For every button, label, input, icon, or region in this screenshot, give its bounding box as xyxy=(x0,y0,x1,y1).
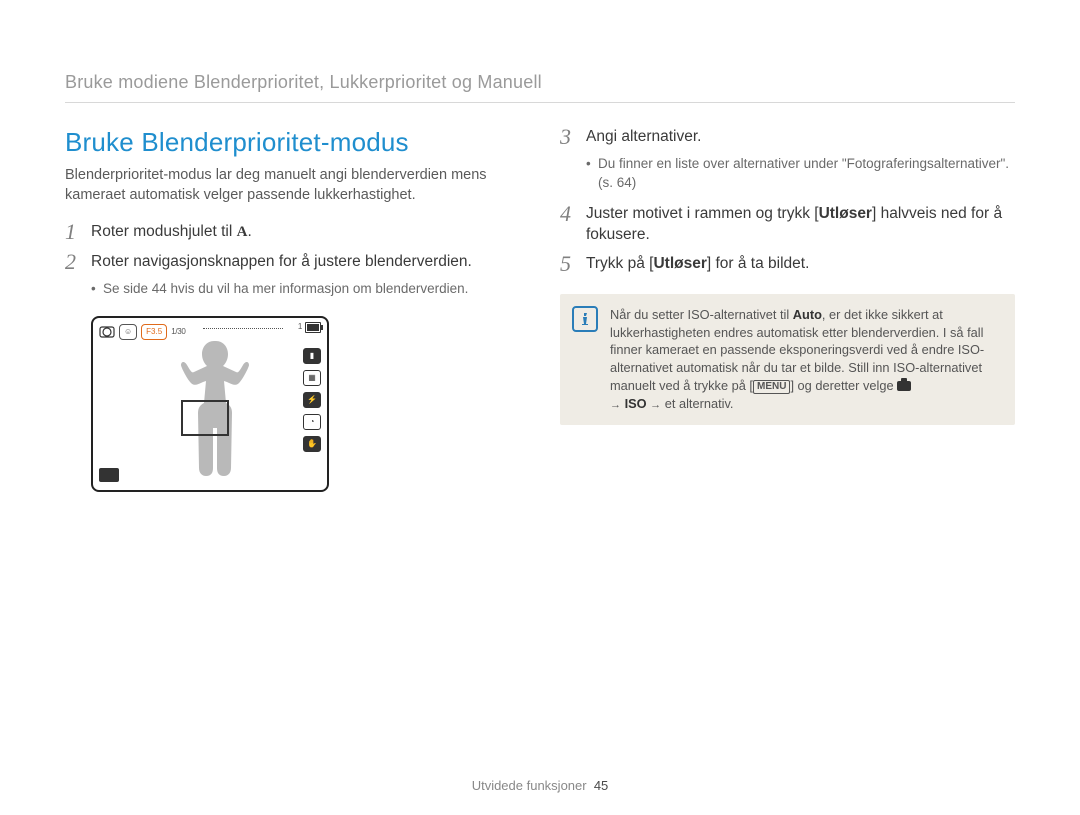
step-number: 4 xyxy=(560,202,586,226)
info-before-auto: Når du setter ISO-alternativet til xyxy=(610,307,793,322)
info-tail: et alternativ. xyxy=(661,396,733,411)
camera-lcd: ☺ F3.5 1/30 1 xyxy=(91,316,329,492)
shutter-value: 1/30 xyxy=(171,327,185,338)
shots-count: 1 xyxy=(298,322,302,333)
lcd-right-icons: ▮ ▦ ⚡ ◔ ✋ xyxy=(303,348,321,452)
hist-icon: ▮ xyxy=(303,348,321,364)
grid-icon: ▦ xyxy=(303,370,321,386)
step-text: Trykk på [Utløser] for å ta bildet. xyxy=(586,252,1015,275)
info-after-menu: ] og deretter velge xyxy=(790,378,897,393)
flash-icon: ⚡ xyxy=(303,392,321,408)
info-iso-word: ISO xyxy=(625,396,647,411)
arrow-icon: → xyxy=(610,399,621,411)
step-4: 4 Juster motivet i rammen og trykk [Utlø… xyxy=(560,202,1015,246)
intro-text: Blenderprioritet-modus lar deg manuelt a… xyxy=(65,166,520,205)
step-number: 3 xyxy=(560,125,586,149)
left-column: Bruke Blenderprioritet-modus Blenderprio… xyxy=(65,125,520,492)
section-heading: Bruke Blenderprioritet-modus xyxy=(65,125,520,160)
right-column: 3 Angi alternativer. Du finner en liste … xyxy=(560,125,1015,492)
step-2-sub-item: Se side 44 hvis du vil ha mer informasjo… xyxy=(91,280,520,298)
step-3: 3 Angi alternativer. xyxy=(560,125,1015,149)
step-3-sub-item: Du finner en liste over alternativer und… xyxy=(586,155,1015,191)
info-auto-word: Auto xyxy=(793,307,822,322)
stabilizer-icon: ✋ xyxy=(303,436,321,452)
breadcrumb: Bruke modiene Blenderprioritet, Lukkerpr… xyxy=(65,70,1015,94)
step-2: 2 Roter navigasjonsknappen for å justere… xyxy=(65,250,520,274)
manual-page: Bruke modiene Blenderprioritet, Lukkerpr… xyxy=(0,0,1080,815)
shutter-button-label: Utløser xyxy=(819,205,872,222)
footer-section: Utvidede funksjoner xyxy=(472,778,587,793)
step-number: 5 xyxy=(560,252,586,276)
shutter-button-label: Utløser xyxy=(653,255,706,272)
camera-mode-icon xyxy=(99,324,115,338)
arrow-icon: → xyxy=(650,399,661,411)
step-text: Roter navigasjonsknappen for å justere b… xyxy=(91,250,520,273)
face-detect-icon: ☺ xyxy=(119,324,137,340)
camera-lcd-illustration: ☺ F3.5 1/30 1 xyxy=(91,316,520,492)
step-3-sub: Du finner en liste over alternativer und… xyxy=(560,155,1015,191)
header-rule xyxy=(65,102,1015,103)
mode-a-icon: A xyxy=(237,222,248,242)
battery-icon xyxy=(305,322,321,333)
step1-after: . xyxy=(247,223,251,240)
shots-remaining: 1 xyxy=(298,322,321,333)
camera-icon xyxy=(897,381,911,391)
aperture-value: F3.5 xyxy=(141,324,167,340)
step-2-sub: Se side 44 hvis du vil ha mer informasjo… xyxy=(65,280,520,298)
info-callout: Når du setter ISO-alternativet til Auto,… xyxy=(560,294,1015,425)
step4-before: Juster motivet i rammen og trykk [ xyxy=(586,205,819,222)
step-text: Angi alternativer. xyxy=(586,125,1015,148)
focus-frame xyxy=(181,400,229,436)
step-text: Roter modushjulet til A. xyxy=(91,220,520,243)
step1-before: Roter modushjulet til xyxy=(91,223,237,240)
step-5: 5 Trykk på [Utløser] for å ta bildet. xyxy=(560,252,1015,276)
step-number: 2 xyxy=(65,250,91,274)
exposure-scale xyxy=(203,324,283,334)
info-icon xyxy=(572,306,598,332)
page-footer: Utvidede funksjoner 45 xyxy=(0,777,1080,795)
step-text: Juster motivet i rammen og trykk [Utløse… xyxy=(586,202,1015,246)
step5-after: ] for å ta bildet. xyxy=(707,255,810,272)
menu-button-icon: MENU xyxy=(753,380,790,394)
storage-icon xyxy=(99,468,119,482)
timer-icon: ◔ xyxy=(303,414,321,430)
content-columns: Bruke Blenderprioritet-modus Blenderprio… xyxy=(65,125,1015,492)
step-1: 1 Roter modushjulet til A. xyxy=(65,220,520,244)
step-number: 1 xyxy=(65,220,91,244)
step5-before: Trykk på [ xyxy=(586,255,653,272)
info-text: Når du setter ISO-alternativet til Auto,… xyxy=(610,306,1001,413)
page-number: 45 xyxy=(594,778,608,793)
